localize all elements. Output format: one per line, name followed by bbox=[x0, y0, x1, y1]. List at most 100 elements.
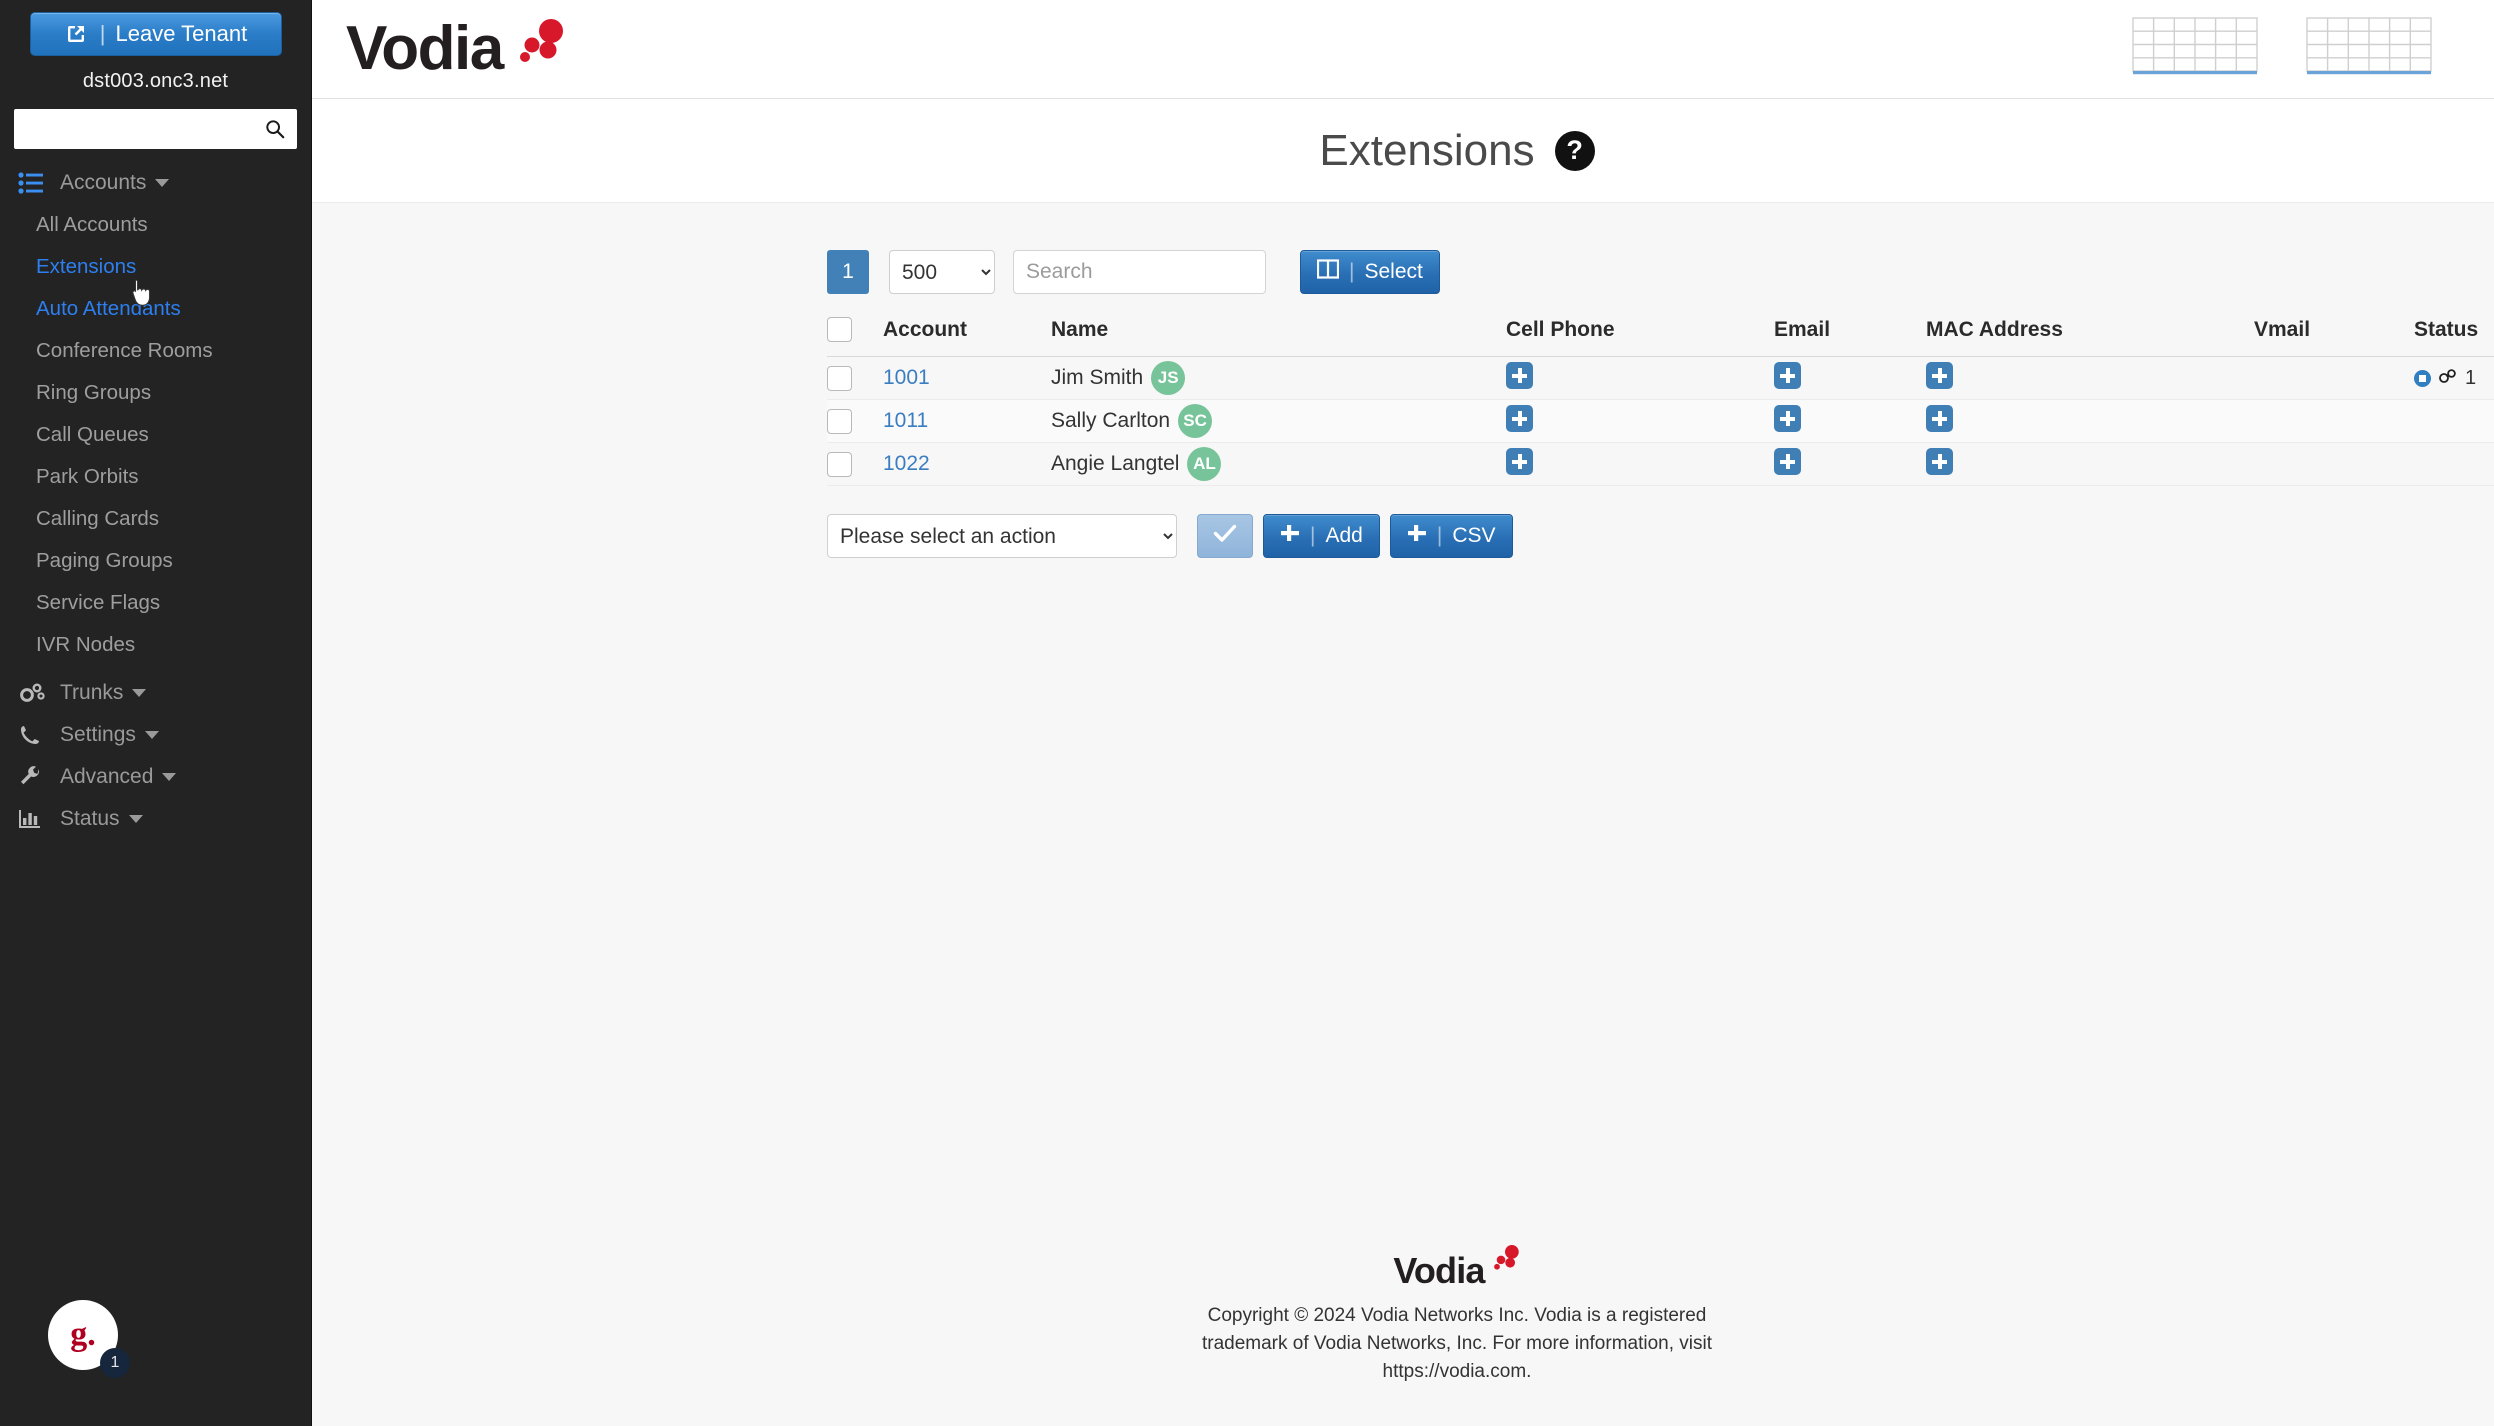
sidebar-nav: Accounts All Accounts Extensions Auto At… bbox=[0, 163, 311, 839]
add-cell-phone-icon[interactable] bbox=[1506, 447, 1533, 475]
sidebar-item-park-orbits[interactable]: Park Orbits bbox=[0, 457, 311, 497]
csv-button[interactable]: | CSV bbox=[1389, 514, 1513, 558]
link-icon[interactable] bbox=[2438, 367, 2458, 390]
sidebar-search-input[interactable] bbox=[15, 111, 296, 147]
search-icon bbox=[264, 118, 286, 145]
page-number-button[interactable]: 1 bbox=[827, 250, 869, 294]
sidebar-item-extensions[interactable]: Extensions bbox=[0, 247, 311, 287]
status-count: 1 bbox=[2465, 366, 2477, 389]
row-checkbox[interactable] bbox=[827, 365, 852, 391]
column-header-cell-phone[interactable]: Cell Phone bbox=[1506, 311, 1774, 357]
chevron-down-icon bbox=[155, 179, 170, 187]
row-email-cell bbox=[1774, 400, 1926, 443]
table-grid-icon[interactable] bbox=[2132, 16, 2258, 82]
add-mac-address-icon[interactable] bbox=[1926, 447, 1953, 475]
footer-logo: Vodia bbox=[312, 1244, 2494, 1297]
table-grid-icon[interactable] bbox=[2306, 16, 2432, 82]
sidebar-search[interactable] bbox=[14, 109, 297, 149]
bar-chart-icon bbox=[18, 808, 52, 830]
column-header-email[interactable]: Email bbox=[1774, 311, 1926, 357]
chevron-down-icon bbox=[128, 815, 143, 823]
sidebar-item-calling-cards[interactable]: Calling Cards bbox=[0, 499, 311, 539]
sidebar-item-all-accounts[interactable]: All Accounts bbox=[0, 205, 311, 245]
column-header-mac-address[interactable]: MAC Address bbox=[1926, 311, 2254, 357]
add-cell-phone-icon[interactable] bbox=[1506, 404, 1533, 432]
add-cell-phone-icon[interactable] bbox=[1506, 361, 1533, 389]
avatar[interactable]: g. 1 bbox=[48, 1300, 130, 1378]
sidebar-group-label: Trunks bbox=[60, 681, 124, 704]
table-action-bar: Please select an actionDeleteExport bbox=[827, 514, 2494, 558]
bulk-action-select[interactable]: Please select an actionDeleteExport bbox=[827, 514, 1177, 558]
column-header-vmail[interactable]: Vmail bbox=[2254, 311, 2414, 357]
row-mac-cell bbox=[1926, 443, 2254, 486]
external-link-icon bbox=[64, 22, 88, 46]
top-bar: Vodia bbox=[312, 0, 2494, 99]
add-button[interactable]: | Add bbox=[1263, 514, 1380, 558]
sidebar-item-ivr-nodes[interactable]: IVR Nodes bbox=[0, 625, 311, 665]
sidebar-group-advanced[interactable]: Advanced bbox=[0, 757, 311, 797]
sidebar-group-status[interactable]: Status bbox=[0, 799, 311, 839]
table-row: 1001 Jim Smith JS 1 bbox=[827, 357, 2494, 400]
add-label: Add bbox=[1325, 524, 1363, 547]
tenant-name: dst003.onc3.net bbox=[82, 70, 229, 92]
help-icon[interactable]: ? bbox=[1554, 130, 1595, 171]
column-header-name[interactable]: Name bbox=[1051, 311, 1506, 357]
account-link[interactable]: 1001 bbox=[883, 366, 930, 389]
sidebar-item-auto-attendants[interactable]: Auto Attendants bbox=[0, 289, 311, 329]
add-email-icon[interactable] bbox=[1774, 361, 1801, 389]
sidebar-item-call-queues[interactable]: Call Queues bbox=[0, 415, 311, 455]
apply-action-button[interactable] bbox=[1197, 514, 1253, 558]
row-account-cell: 1011 bbox=[883, 400, 1051, 443]
page-root: | Leave Tenant dst003.onc3.net Accounts … bbox=[0, 0, 2494, 1426]
check-icon bbox=[1213, 523, 1237, 549]
row-select-cell bbox=[827, 357, 883, 400]
sidebar-item-paging-groups[interactable]: Paging Groups bbox=[0, 541, 311, 581]
sidebar-group-trunks[interactable]: Trunks bbox=[0, 673, 311, 713]
account-link[interactable]: 1022 bbox=[883, 452, 930, 475]
sidebar-group-label: Settings bbox=[60, 723, 136, 746]
leave-tenant-label: Leave Tenant bbox=[115, 21, 248, 46]
row-mac-cell bbox=[1926, 357, 2254, 400]
sidebar-group-settings[interactable]: Settings bbox=[0, 715, 311, 755]
row-checkbox[interactable] bbox=[827, 451, 852, 477]
footer-line-3: https://vodia.com. bbox=[1382, 1360, 1532, 1382]
list-icon bbox=[18, 172, 52, 194]
select-label: Select bbox=[1364, 260, 1423, 283]
column-header-account[interactable]: Account bbox=[883, 311, 1051, 357]
sidebar-item-conference-rooms[interactable]: Conference Rooms bbox=[0, 331, 311, 371]
search-input[interactable] bbox=[1013, 250, 1266, 294]
sidebar: | Leave Tenant dst003.onc3.net Accounts … bbox=[0, 0, 312, 1426]
registered-dot-icon[interactable] bbox=[2414, 369, 2431, 387]
row-status-cell: 1 bbox=[2414, 357, 2494, 400]
row-status-cell bbox=[2414, 443, 2494, 486]
add-mac-address-icon[interactable] bbox=[1926, 404, 1953, 432]
row-name-cell: Angie Langtel AL bbox=[1051, 443, 1506, 486]
csv-separator: | bbox=[1436, 524, 1443, 547]
account-link[interactable]: 1011 bbox=[883, 409, 928, 432]
row-select-cell bbox=[827, 443, 883, 486]
add-email-icon[interactable] bbox=[1774, 404, 1801, 432]
select-all-checkbox[interactable] bbox=[827, 317, 852, 342]
brand-dots-icon bbox=[519, 19, 563, 62]
sidebar-group-accounts[interactable]: Accounts bbox=[0, 163, 311, 203]
row-vmail-cell bbox=[2254, 443, 2414, 486]
column-header-status[interactable]: Status bbox=[2414, 311, 2494, 357]
row-mac-cell bbox=[1926, 400, 2254, 443]
add-email-icon[interactable] bbox=[1774, 447, 1801, 475]
sidebar-item-ring-groups[interactable]: Ring Groups bbox=[0, 373, 311, 413]
footer-line-1: Copyright © 2024 Vodia Networks Inc. Vod… bbox=[1207, 1304, 1707, 1326]
leave-tenant-button[interactable]: | Leave Tenant bbox=[29, 12, 282, 56]
select-columns-button[interactable]: | Select bbox=[1300, 250, 1440, 294]
sidebar-item-service-flags[interactable]: Service Flags bbox=[0, 583, 311, 623]
content: 1 102550100500 | Select bbox=[312, 203, 2494, 558]
add-mac-address-icon[interactable] bbox=[1926, 361, 1953, 389]
contact-initials-avatar: AL bbox=[1187, 447, 1222, 481]
sidebar-group-label: Advanced bbox=[60, 765, 154, 788]
table-toolbar: 1 102550100500 | Select bbox=[827, 247, 2494, 297]
row-checkbox[interactable] bbox=[827, 408, 852, 434]
contact-name: Angie Langtel bbox=[1051, 452, 1180, 475]
row-select-cell bbox=[827, 400, 883, 443]
row-email-cell bbox=[1774, 443, 1926, 486]
page-size-select[interactable]: 102550100500 bbox=[889, 250, 995, 294]
avatar-badge: 1 bbox=[100, 1348, 130, 1378]
